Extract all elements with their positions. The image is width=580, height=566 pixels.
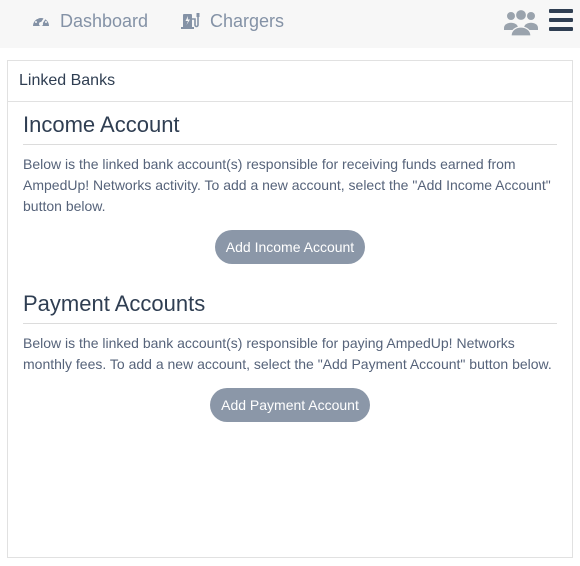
linked-banks-card: Linked Banks Income Account Below is the… bbox=[7, 60, 573, 558]
ev-charger-icon bbox=[181, 11, 201, 31]
add-income-account-button[interactable]: Add Income Account bbox=[214, 230, 366, 264]
income-button-row: Add Income Account bbox=[23, 230, 557, 264]
payment-accounts-description: Below is the linked bank account(s) resp… bbox=[23, 335, 552, 372]
payment-accounts-title: Payment Accounts bbox=[23, 291, 557, 324]
nav-chargers[interactable]: Chargers bbox=[181, 9, 284, 33]
income-account-section: Income Account Below is the linked bank … bbox=[23, 112, 557, 264]
payment-button-row: Add Payment Account bbox=[23, 388, 557, 422]
gauge-icon bbox=[31, 11, 51, 31]
income-account-description: Below is the linked bank account(s) resp… bbox=[23, 156, 551, 214]
nav-dashboard-label: Dashboard bbox=[60, 10, 149, 31]
nav-dashboard[interactable]: Dashboard bbox=[31, 9, 148, 33]
card-header: Linked Banks bbox=[8, 61, 572, 102]
nav-chargers-label: Chargers bbox=[210, 10, 285, 31]
users-icon[interactable] bbox=[503, 6, 539, 38]
hamburger-menu-icon[interactable] bbox=[549, 9, 573, 31]
add-payment-account-button[interactable]: Add Payment Account bbox=[210, 388, 370, 422]
income-account-title: Income Account bbox=[23, 112, 557, 145]
top-navbar: Dashboard Chargers bbox=[0, 0, 580, 48]
payment-accounts-section: Payment Accounts Below is the linked ban… bbox=[23, 291, 557, 422]
